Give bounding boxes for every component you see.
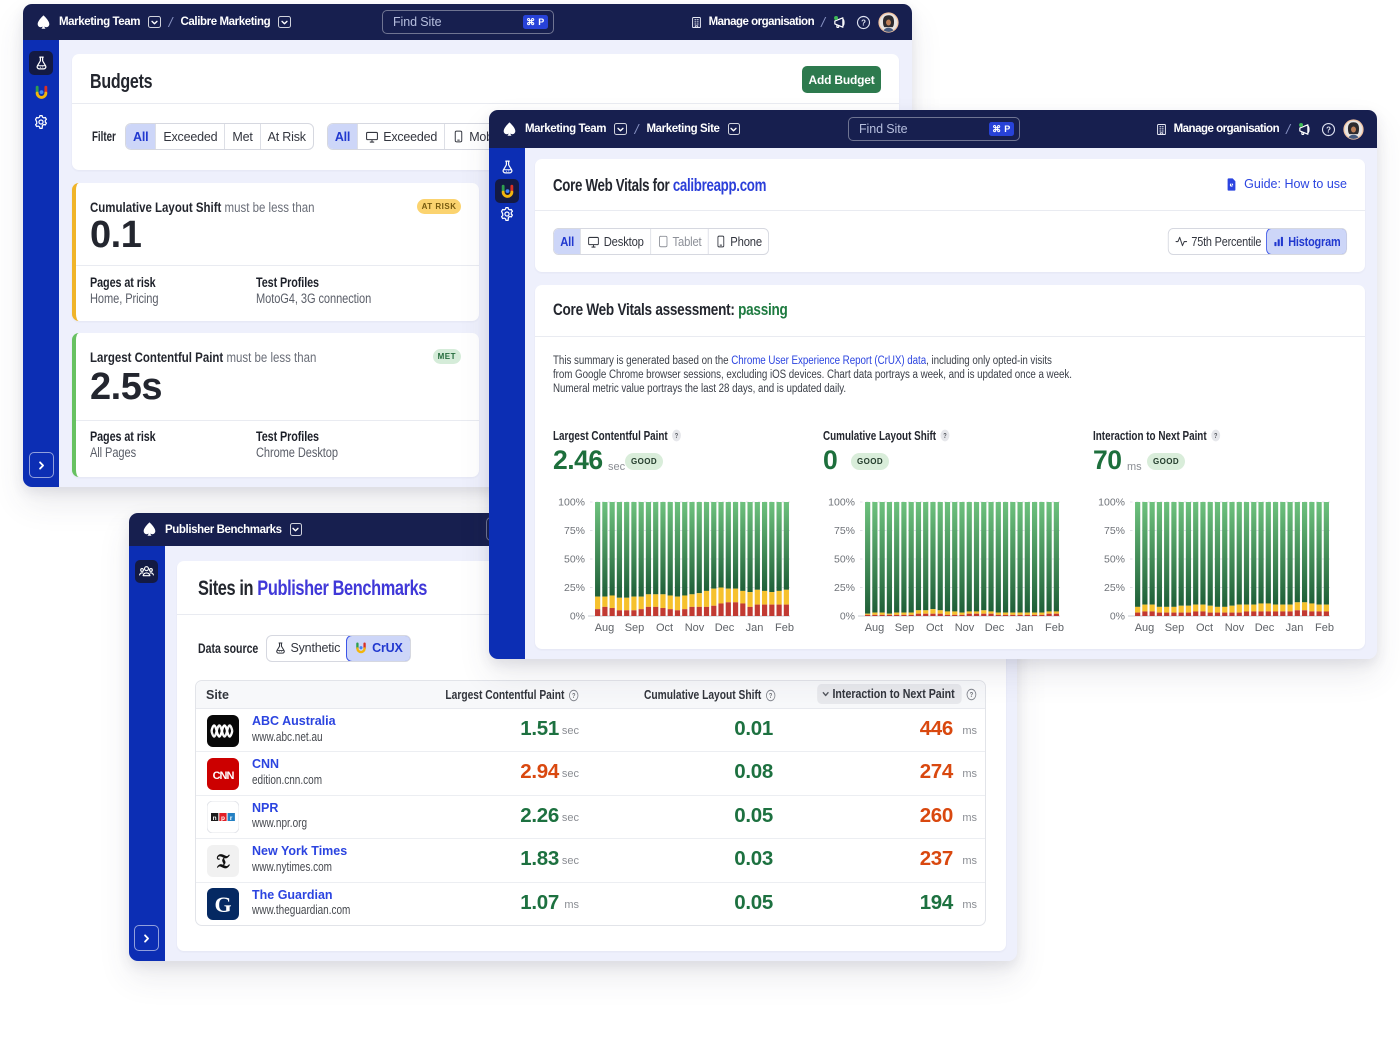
svg-text:50%: 50% (1104, 554, 1125, 566)
svg-text:Feb: Feb (1315, 622, 1334, 634)
svg-text:?: ? (861, 18, 866, 27)
svg-text:Feb: Feb (775, 622, 794, 634)
svg-text:Oct: Oct (926, 622, 943, 634)
svg-text:Dec: Dec (985, 622, 1005, 634)
svg-text:Nov: Nov (1225, 622, 1245, 634)
svg-text:100%: 100% (1098, 497, 1125, 509)
svg-text:Dec: Dec (1255, 622, 1275, 634)
svg-text:100%: 100% (828, 497, 855, 509)
svg-text:Aug: Aug (865, 622, 885, 634)
svg-text:?: ? (769, 692, 773, 700)
svg-text:Oct: Oct (656, 622, 673, 634)
svg-text:0%: 0% (840, 611, 855, 623)
svg-text:75%: 75% (1104, 525, 1125, 537)
svg-text:G: G (214, 892, 231, 917)
svg-text:𝔗: 𝔗 (216, 851, 230, 873)
svg-text:25%: 25% (1104, 582, 1125, 594)
svg-text:Sep: Sep (895, 622, 915, 634)
svg-text:n: n (213, 815, 217, 822)
svg-text:?: ? (943, 432, 946, 440)
svg-text:Sep: Sep (1165, 622, 1185, 634)
svg-text:Feb: Feb (1045, 622, 1064, 634)
svg-text:0%: 0% (1110, 611, 1125, 623)
svg-text:75%: 75% (834, 525, 855, 537)
svg-text:CNN: CNN (213, 770, 235, 782)
svg-text:100%: 100% (558, 497, 585, 509)
svg-text:Jan: Jan (1286, 622, 1304, 634)
svg-text:?: ? (970, 691, 974, 699)
svg-text:?: ? (1326, 125, 1331, 134)
svg-text:Sep: Sep (625, 622, 645, 634)
svg-text:Dec: Dec (715, 622, 735, 634)
svg-text:Jan: Jan (1016, 622, 1034, 634)
svg-text:Aug: Aug (1135, 622, 1155, 634)
svg-text:50%: 50% (564, 554, 585, 566)
svg-text:Nov: Nov (955, 622, 975, 634)
svg-text:Oct: Oct (1196, 622, 1213, 634)
svg-text:0%: 0% (570, 611, 585, 623)
svg-text:Jan: Jan (746, 622, 764, 634)
svg-text:p: p (221, 815, 225, 822)
svg-text:25%: 25% (834, 582, 855, 594)
svg-text:?: ? (1214, 432, 1217, 440)
svg-text:Nov: Nov (685, 622, 705, 634)
svg-text:?: ? (572, 692, 576, 700)
svg-text:Aug: Aug (595, 622, 615, 634)
svg-text:75%: 75% (564, 525, 585, 537)
svg-text:50%: 50% (834, 554, 855, 566)
svg-text:?: ? (675, 432, 678, 440)
svg-text:25%: 25% (564, 582, 585, 594)
